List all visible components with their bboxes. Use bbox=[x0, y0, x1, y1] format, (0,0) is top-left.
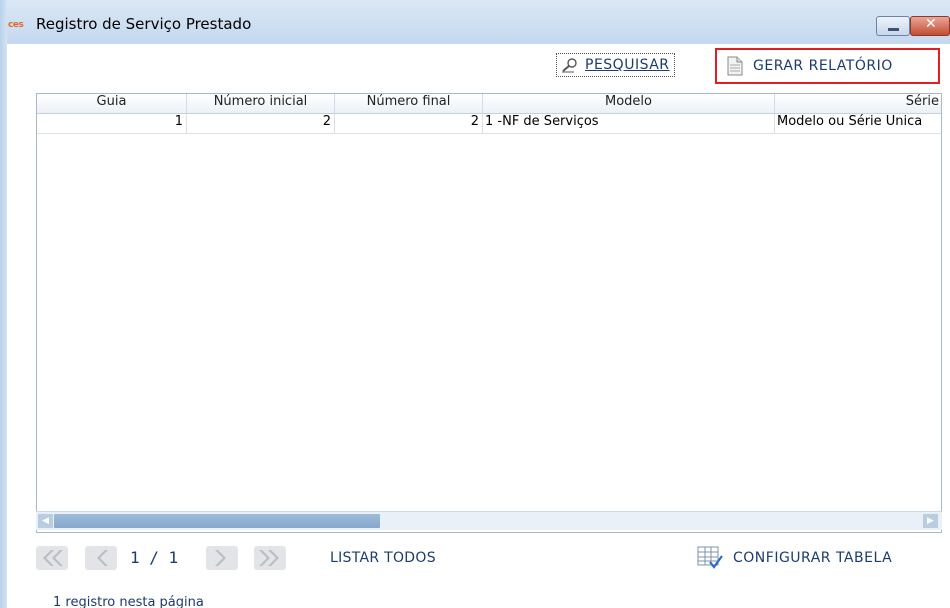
generate-report-button[interactable]: GERAR RELATÓRIO bbox=[715, 48, 940, 84]
cell-numero-inicial: 2 bbox=[187, 114, 335, 133]
app-logo-icon: ces bbox=[8, 20, 24, 30]
table-row[interactable]: 1 2 2 1 -NF de Serviços Modelo ou Série … bbox=[37, 114, 941, 134]
chevron-left-icon bbox=[97, 550, 108, 566]
close-icon: ✕ bbox=[925, 16, 937, 32]
column-header-guia[interactable]: Guia bbox=[37, 94, 187, 113]
search-button-label: PESQUISAR bbox=[585, 57, 670, 73]
column-header-modelo[interactable]: Modelo bbox=[483, 94, 775, 113]
list-all-button[interactable]: LISTAR TODOS bbox=[330, 544, 436, 572]
configure-table-label: CONFIGURAR TABELA bbox=[733, 550, 893, 566]
window: ces Registro de Serviço Prestado ✕ PESQU… bbox=[0, 0, 950, 608]
document-icon bbox=[727, 56, 743, 76]
content-area: PESQUISAR GERAR RELATÓRIO Guia Número in… bbox=[7, 44, 950, 608]
window-title: Registro de Serviço Prestado bbox=[36, 15, 252, 33]
cell-serie: Modelo ou Série Única bbox=[777, 114, 923, 129]
record-count-status: 1 registro nesta página bbox=[53, 595, 204, 608]
column-header-numero-inicial[interactable]: Número inicial bbox=[187, 94, 335, 113]
window-left-border bbox=[0, 0, 7, 608]
page-indicator: 1 / 1 bbox=[130, 548, 179, 567]
configure-table-button[interactable]: CONFIGURAR TABELA bbox=[697, 546, 892, 570]
cell-modelo: 1 -NF de Serviços bbox=[483, 114, 775, 133]
double-chevron-right-icon bbox=[259, 550, 279, 566]
cell-numero-final: 2 bbox=[335, 114, 483, 133]
scroll-right-arrow-icon[interactable]: ▶ bbox=[923, 514, 938, 528]
minimize-icon bbox=[888, 28, 899, 31]
title-bar: ces Registro de Serviço Prestado ✕ bbox=[0, 0, 950, 44]
next-page-button[interactable] bbox=[206, 544, 238, 572]
minimize-button[interactable] bbox=[876, 16, 910, 36]
data-table: Guia Número inicial Número final Modelo … bbox=[36, 93, 942, 533]
column-header-numero-final[interactable]: Número final bbox=[335, 94, 483, 113]
scroll-left-arrow-icon[interactable]: ◀ bbox=[38, 514, 53, 528]
chevron-right-icon bbox=[215, 550, 226, 566]
horizontal-scrollbar[interactable]: ◀ ▶ bbox=[36, 511, 942, 530]
column-header-serie[interactable]: Série bbox=[775, 94, 941, 113]
search-button[interactable]: PESQUISAR bbox=[556, 53, 675, 77]
first-page-button[interactable] bbox=[36, 544, 68, 572]
scrollbar-thumb[interactable] bbox=[54, 514, 380, 528]
double-chevron-left-icon bbox=[43, 550, 63, 566]
table-config-icon bbox=[697, 546, 723, 569]
previous-page-button[interactable] bbox=[85, 544, 117, 572]
last-page-button[interactable] bbox=[254, 544, 286, 572]
table-header: Guia Número inicial Número final Modelo … bbox=[37, 94, 941, 114]
search-icon bbox=[562, 58, 577, 73]
cell-guia: 1 bbox=[37, 114, 187, 133]
generate-report-label: GERAR RELATÓRIO bbox=[753, 58, 893, 74]
close-button[interactable]: ✕ bbox=[910, 16, 950, 36]
